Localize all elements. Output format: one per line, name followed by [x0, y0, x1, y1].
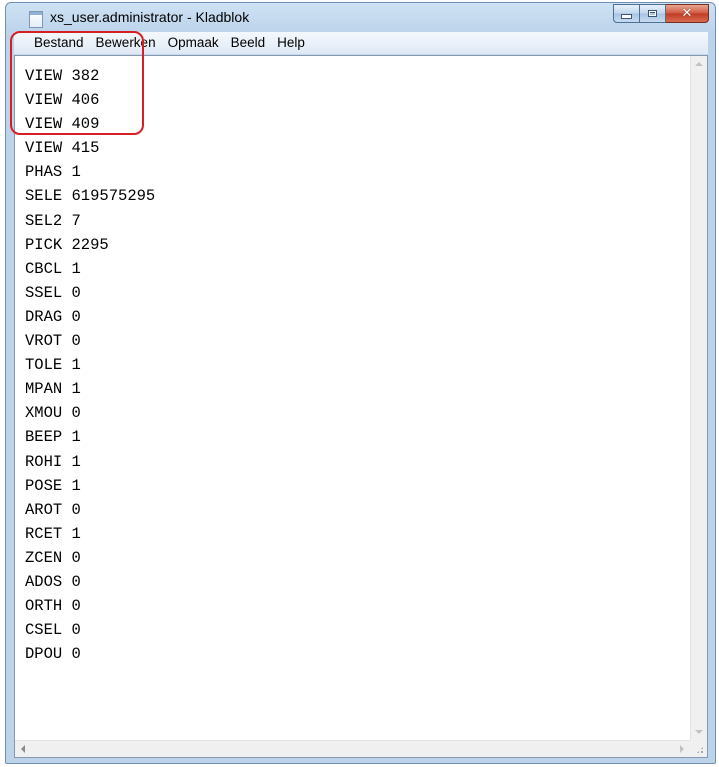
text-line: CSEL 0 [25, 621, 81, 640]
text-line: VIEW 415 [25, 139, 100, 158]
minimize-button[interactable] [613, 4, 640, 23]
maximize-icon [648, 10, 657, 17]
text-line: ADOS 0 [25, 572, 81, 591]
text-line: CBCL 1 [25, 259, 81, 278]
text-line: ORTH 0 [25, 597, 81, 616]
scroll-up-icon[interactable] [695, 62, 703, 66]
text-line: SEL2 7 [25, 211, 81, 230]
resize-grip-icon [696, 746, 704, 754]
menu-help[interactable]: Help [271, 33, 311, 53]
vertical-scrollbar[interactable] [690, 56, 707, 740]
text-line: POSE 1 [25, 476, 81, 495]
text-line: XMOU 0 [25, 404, 81, 423]
title-bar[interactable]: xs_user.administrator - Kladblok ✕ [6, 3, 715, 33]
text-line: TOLE 1 [25, 356, 81, 375]
close-button[interactable]: ✕ [666, 4, 709, 23]
caption-buttons: ✕ [613, 4, 709, 24]
window-title: xs_user.administrator - Kladblok [50, 9, 250, 25]
text-line: PICK 2295 [25, 235, 109, 254]
text-line: DPOU 0 [25, 645, 81, 664]
maximize-button[interactable] [640, 4, 666, 23]
resize-grip[interactable] [690, 740, 707, 757]
text-line: AROT 0 [25, 500, 81, 519]
editor-frame: VIEW 382 VIEW 406 VIEW 409 VIEW 415 PHAS… [14, 55, 708, 758]
text-line: DRAG 0 [25, 307, 81, 326]
text-line: RCET 1 [25, 524, 81, 543]
minimize-icon [621, 14, 632, 19]
text-line: ZCEN 0 [25, 548, 81, 567]
text-line: ROHI 1 [25, 452, 81, 471]
scroll-left-icon[interactable] [21, 745, 25, 753]
highlight-annotation [10, 31, 144, 135]
menu-opmaak[interactable]: Opmaak [162, 33, 225, 53]
horizontal-scrollbar[interactable] [15, 740, 690, 757]
text-line: SSEL 0 [25, 283, 81, 302]
text-line: SELE 619575295 [25, 187, 156, 206]
menu-beeld[interactable]: Beeld [225, 33, 272, 53]
scroll-right-icon[interactable] [680, 745, 684, 753]
scroll-down-icon[interactable] [695, 730, 703, 734]
text-line: VROT 0 [25, 332, 81, 351]
text-line: PHAS 1 [25, 163, 81, 182]
notepad-icon[interactable] [29, 11, 43, 28]
text-editor[interactable]: VIEW 382 VIEW 406 VIEW 409 VIEW 415 PHAS… [15, 56, 690, 740]
text-line: BEEP 1 [25, 428, 81, 447]
text-line: MPAN 1 [25, 380, 81, 399]
close-icon: ✕ [681, 6, 693, 21]
